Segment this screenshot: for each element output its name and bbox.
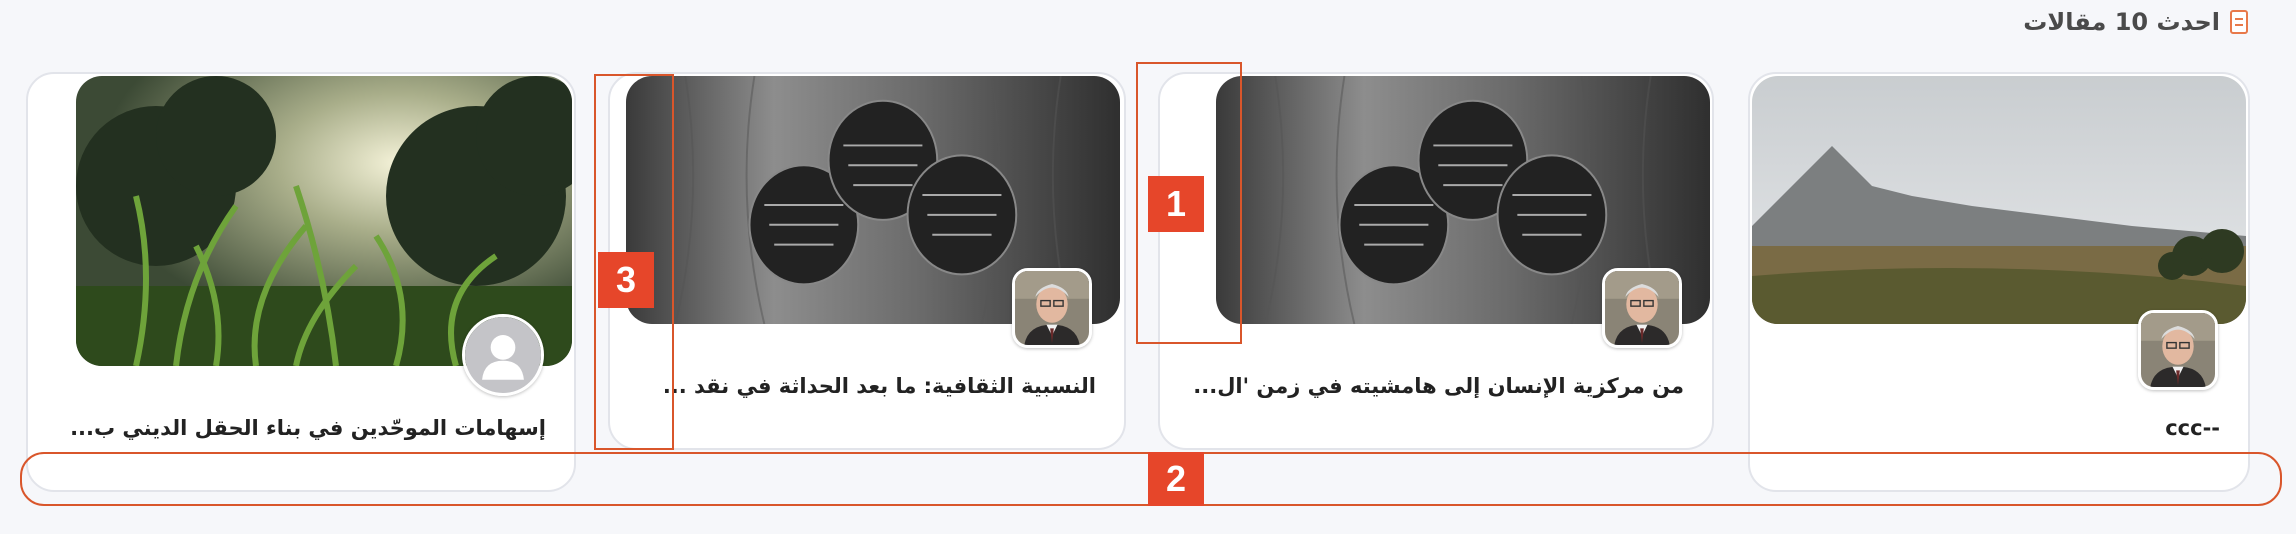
article-title[interactable]: النسبية الثقافية: ما بعد الحداثة في نقد … — [626, 374, 1096, 398]
default-user-avatar[interactable] — [462, 314, 544, 396]
author-avatar[interactable] — [1012, 268, 1092, 348]
article-title[interactable]: من مركزية الإنسان إلى هامشيته في زمن 'ال… — [1184, 374, 1684, 398]
annotation-badge-3: 3 — [598, 252, 654, 308]
section-title: احدث 10 مقالات — [2023, 8, 2220, 36]
article-card[interactable]: --ccc — [1748, 72, 2250, 492]
article-title[interactable]: --ccc — [1780, 416, 2220, 440]
article-card[interactable]: النسبية الثقافية: ما بعد الحداثة في نقد … — [608, 72, 1126, 450]
annotation-badge-1: 1 — [1148, 176, 1204, 232]
annotation-badge-2: 2 — [1148, 452, 1204, 506]
mountain-valley-image[interactable] — [1752, 76, 2246, 324]
article-card[interactable]: إسهامات الموحّدين في بناء الحقل الديني ب… — [26, 72, 576, 492]
section-header: احدث 10 مقالات — [2023, 8, 2248, 36]
article-title[interactable]: إسهامات الموحّدين في بناء الحقل الديني ب… — [46, 416, 546, 440]
author-avatar[interactable] — [2138, 310, 2218, 390]
author-avatar[interactable] — [1602, 268, 1682, 348]
document-icon — [2230, 10, 2248, 34]
